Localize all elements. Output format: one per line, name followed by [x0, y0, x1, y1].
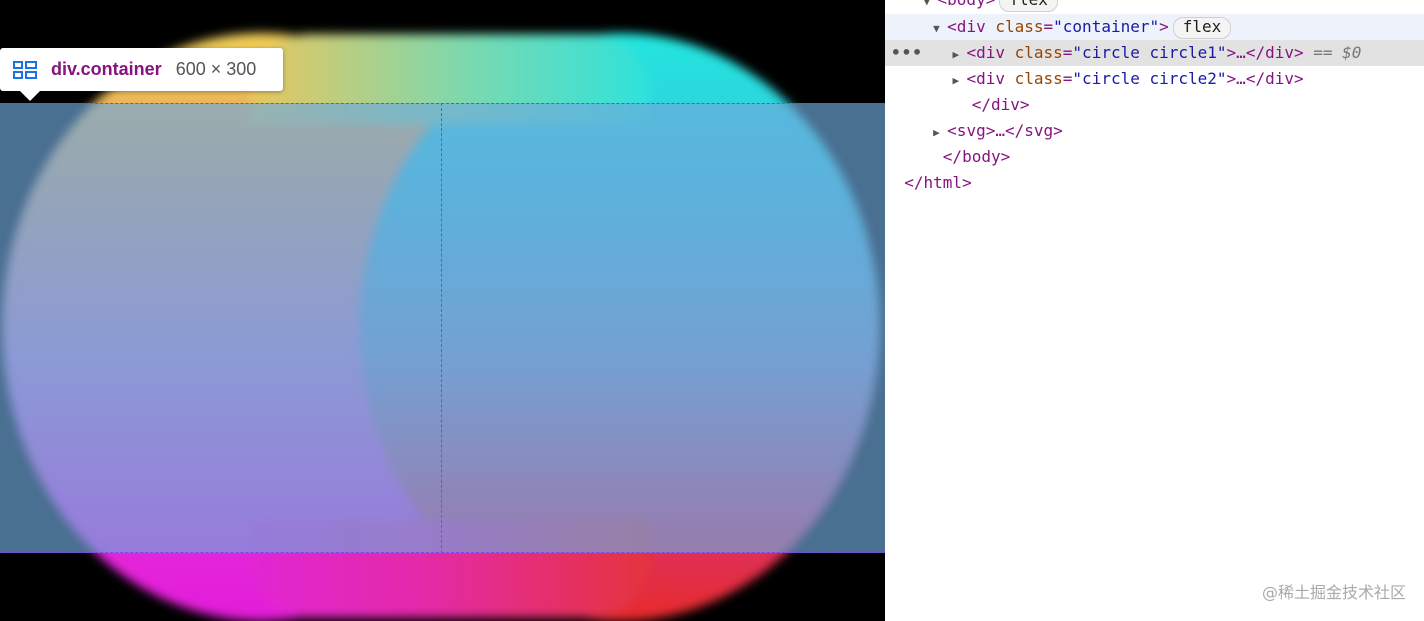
more-options-icon[interactable]: •••: [891, 40, 923, 66]
circle1-open-tag: <div: [966, 43, 1005, 62]
dom-node-svg[interactable]: ▶ <svg>…</svg>: [885, 118, 1424, 144]
flex-badge[interactable]: flex: [1172, 16, 1232, 39]
dom-node-html-close[interactable]: </html>: [885, 170, 1424, 196]
div-close-tag: </div>: [971, 95, 1030, 114]
dom-node-circle2[interactable]: ▶ <div class="circle circle2">…</div>: [885, 66, 1424, 92]
dom-node-container[interactable]: ▼ <div class="container"> flex: [885, 14, 1424, 40]
console-reference: == $0: [1313, 43, 1362, 62]
body-open-tag: <body>: [938, 0, 996, 9]
container-attr-name: class: [995, 17, 1044, 36]
flex-badge[interactable]: flex: [999, 0, 1058, 12]
circle2-tail: >…</div>: [1226, 69, 1304, 88]
dom-node-circle1[interactable]: ••• ▶ <div class="circle circle1">…</div>…: [885, 40, 1424, 66]
elements-panel: ▼<body>flex ▼<div class="container">flex…: [885, 0, 1424, 621]
container-highlight-overlay: [0, 103, 885, 553]
body-close-tag: </body>: [942, 147, 1011, 166]
circle1-attr-name: class: [1014, 43, 1063, 62]
collapse-triangle-icon[interactable]: ▼: [933, 16, 947, 42]
expand-triangle-icon[interactable]: ▶: [952, 42, 966, 68]
container-close-bracket: >: [1159, 17, 1169, 36]
inspector-tooltip: div.container 600 × 300: [0, 48, 283, 101]
svg-node-tag: <svg>…</svg>: [947, 121, 1063, 140]
collapse-triangle-icon[interactable]: ▼: [924, 0, 938, 15]
html-close-tag: </html>: [904, 173, 972, 192]
flex-container-icon: [13, 60, 37, 79]
watermark: @稀土掘金技术社区: [1261, 583, 1406, 602]
expand-triangle-icon[interactable]: ▶: [952, 68, 966, 94]
dom-node-div-close[interactable]: </div>: [885, 92, 1424, 118]
container-attr-value: "container": [1053, 17, 1160, 36]
circle2-open-tag: <div: [966, 69, 1005, 88]
expand-triangle-icon[interactable]: ▶: [933, 120, 947, 146]
tooltip-dimensions: 600 × 300: [175, 59, 257, 79]
circle1-attr-value: "circle circle1": [1072, 43, 1227, 62]
page-viewport: div.container 600 × 300: [0, 0, 885, 621]
circle2-attr-name: class: [1014, 69, 1063, 88]
circle1-tail: >…</div>: [1226, 43, 1304, 62]
circle2-attr-value: "circle circle2": [1072, 69, 1227, 88]
tooltip-element-name: div.container: [51, 59, 162, 79]
container-open-tag: <div: [947, 17, 986, 36]
dom-node-body-close[interactable]: </body>: [885, 144, 1424, 170]
flex-item-divider: [441, 103, 442, 553]
dom-node-body[interactable]: ▼<body>flex: [885, 0, 1424, 13]
